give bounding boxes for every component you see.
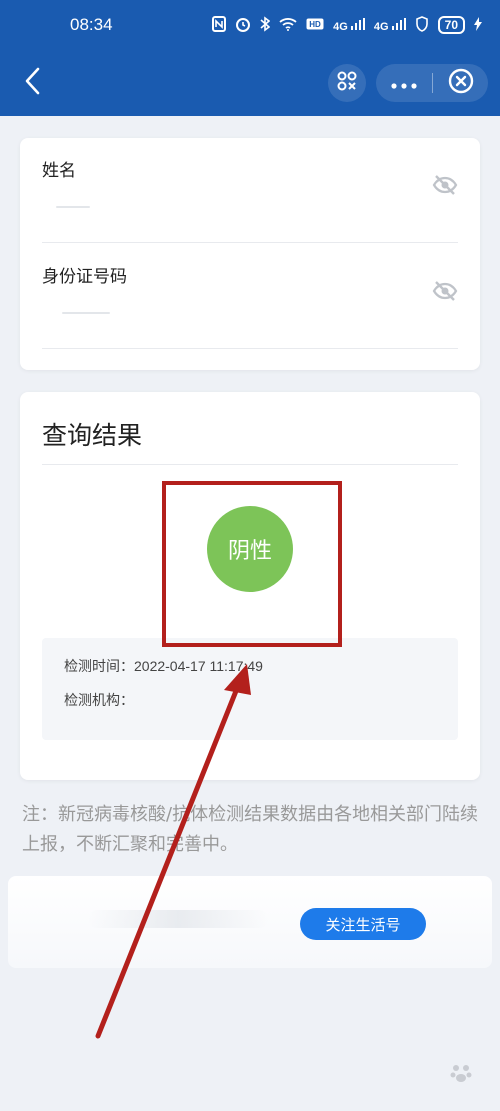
- disclaimer-note: 注：新冠病毒核酸/抗体检测结果数据由各地相关部门陆续上报，不断汇聚和完善中。: [22, 804, 479, 855]
- name-label: 姓名: [42, 161, 76, 181]
- status-time: 08:34: [70, 15, 113, 34]
- bluetooth-icon: [260, 15, 271, 35]
- result-title: 查询结果: [42, 421, 143, 450]
- signal-icon-1: 4G: [333, 17, 365, 33]
- watermark: [450, 1062, 472, 1090]
- follow-card: 关注生活号: [8, 876, 492, 968]
- id-number-field[interactable]: 身份证号码: [42, 262, 458, 352]
- result-divider: [42, 464, 458, 465]
- annotation-highlight-box: [162, 481, 342, 647]
- status-bar: 08:34 HD 4G 4G 70: [0, 0, 500, 50]
- svg-text:HD: HD: [309, 20, 321, 29]
- alarm-icon: [235, 16, 251, 35]
- back-button[interactable]: [18, 67, 46, 99]
- id-number-label: 身份证号码: [42, 267, 127, 287]
- hd-icon: HD: [306, 17, 324, 33]
- scan-icon: [336, 70, 358, 96]
- paw-logo-icon: [450, 1062, 472, 1090]
- institution-label: 检测机构：: [64, 692, 134, 708]
- network-type-1: 4G: [333, 20, 348, 33]
- nav-bar: [0, 50, 500, 116]
- follow-text-masked: [88, 910, 268, 928]
- eye-off-icon[interactable]: [432, 280, 458, 306]
- follow-button[interactable]: 关注生活号: [300, 908, 426, 940]
- close-button[interactable]: [433, 64, 488, 102]
- name-value-masked: [56, 206, 90, 208]
- network-type-2: 4G: [373, 20, 389, 33]
- chevron-left-icon: [24, 67, 40, 99]
- identity-card: 姓名 身份证号码: [20, 138, 480, 370]
- test-time-label: 检测时间：: [64, 658, 134, 674]
- more-dots-icon: [391, 74, 417, 93]
- wifi-icon: [279, 17, 297, 34]
- test-time-value: 2022-04-17 11:17:49: [134, 658, 263, 674]
- nfc-icon: [212, 15, 227, 35]
- close-circle-icon: [448, 68, 474, 98]
- test-time-row: 检测时间：2022-04-17 11:17:49: [64, 656, 263, 676]
- more-button[interactable]: [376, 64, 432, 102]
- charging-icon: [474, 16, 482, 34]
- field-divider: [42, 348, 458, 349]
- scan-button[interactable]: [328, 64, 366, 102]
- eye-off-icon[interactable]: [432, 174, 458, 200]
- battery-indicator: 70: [437, 16, 465, 34]
- name-field[interactable]: 姓名: [42, 156, 458, 246]
- institution-row: 检测机构：: [64, 690, 134, 710]
- signal-icon-2: 4G: [373, 17, 406, 33]
- test-info-box: 检测时间：2022-04-17 11:17:49 检测机构：: [42, 638, 458, 740]
- id-number-value-masked: [62, 312, 110, 314]
- shield-icon: [415, 15, 429, 35]
- field-divider: [42, 242, 458, 243]
- status-icons: HD 4G 4G 70: [212, 15, 482, 35]
- mini-app-capsule: [376, 64, 488, 102]
